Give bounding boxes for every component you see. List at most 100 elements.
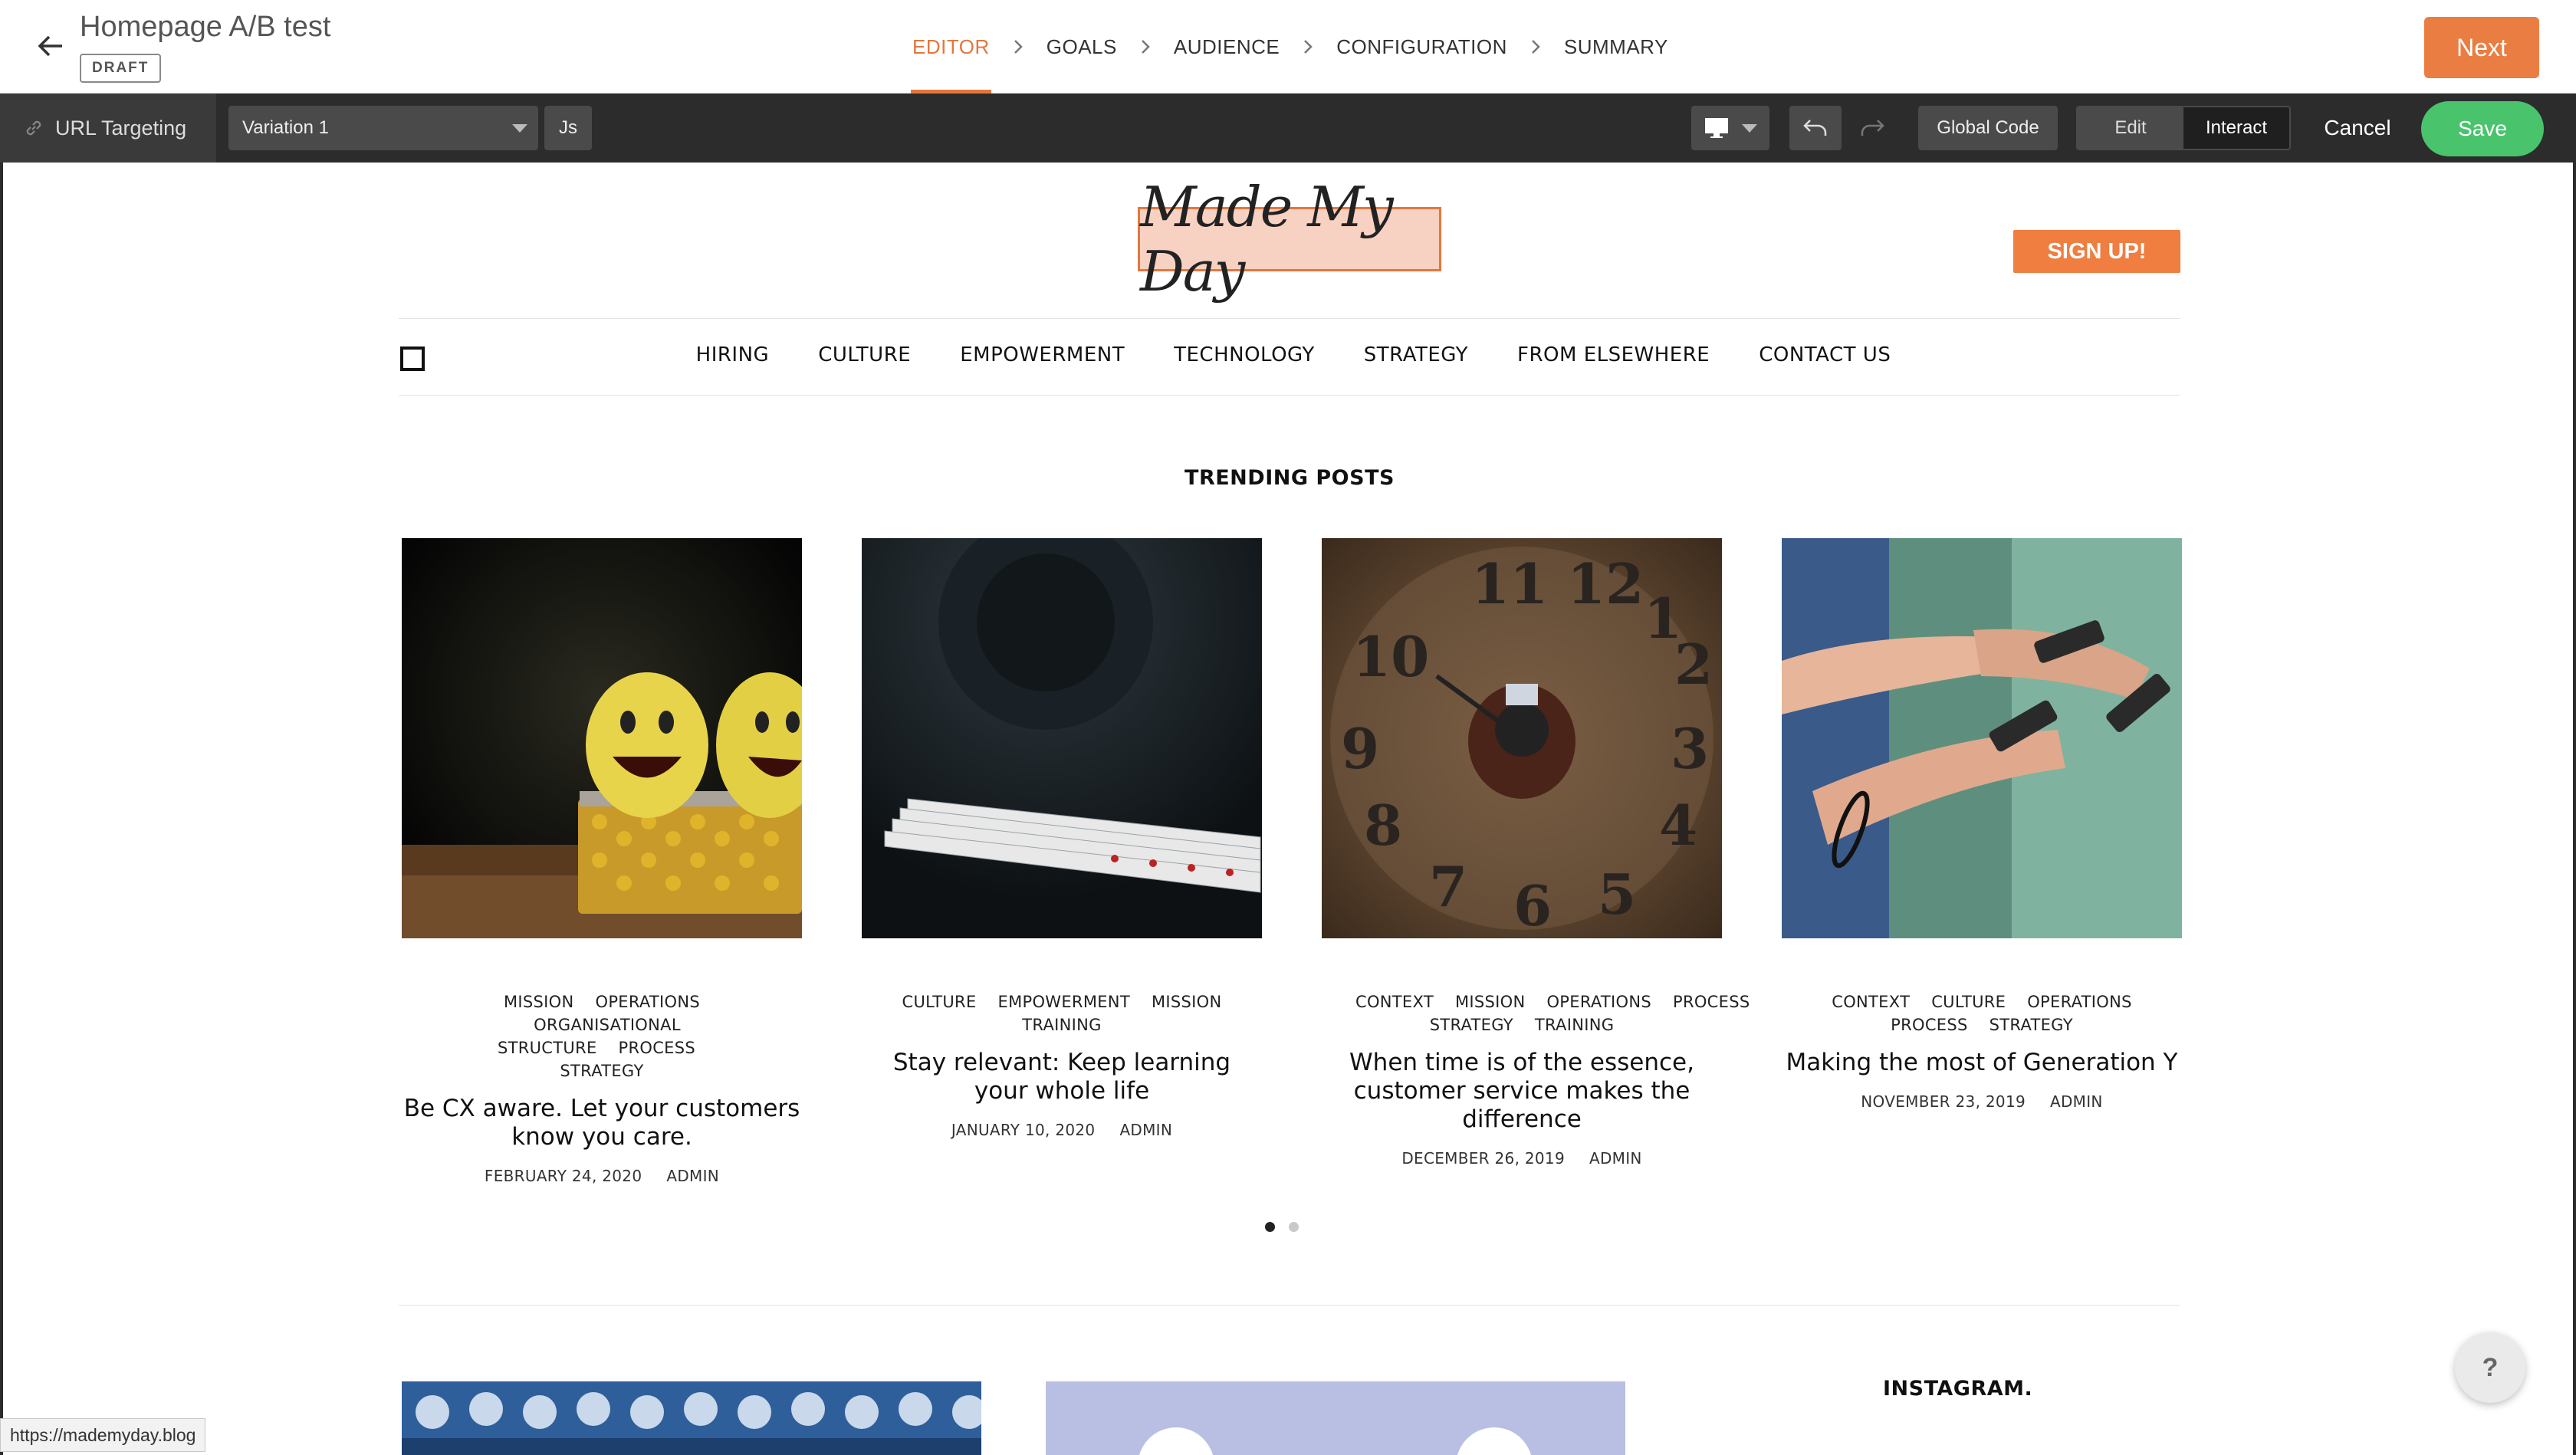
chevron-right-icon <box>1140 38 1151 55</box>
save-button[interactable]: Save <box>2421 101 2544 156</box>
tab-summary[interactable]: SUMMARY <box>1564 0 1668 94</box>
signup-button[interactable]: SIGN UP! <box>2013 230 2180 273</box>
post-date: JANUARY 10, 2020 <box>951 1121 1096 1139</box>
post-image-phones[interactable] <box>1782 538 2182 938</box>
post-author[interactable]: ADMIN <box>1119 1121 1172 1139</box>
post-title[interactable]: Making the most of Generation Y <box>1782 1049 2182 1077</box>
svg-text:11: 11 <box>1471 551 1548 616</box>
post-tags: CONTEXT MISSION OPERATIONS PROCESS STRATEGY… <box>1345 990 1750 1036</box>
post-image-smiley-faces[interactable] <box>402 538 802 938</box>
post-date: FEBRUARY 24, 2020 <box>484 1167 642 1185</box>
svg-text:9: 9 <box>1341 716 1379 781</box>
carousel-dot-active[interactable] <box>1265 1222 1275 1232</box>
post-title[interactable]: Be CX aware. Let your customers know you… <box>402 1095 802 1151</box>
tag-link[interactable]: STRATEGY <box>1430 1016 1513 1034</box>
tab-audience[interactable]: AUDIENCE <box>1174 0 1280 94</box>
editor-toolbar: URL Targeting Variation 1 Js Global Code… <box>0 94 2576 163</box>
back-button[interactable] <box>31 26 71 66</box>
divider <box>399 395 2180 396</box>
redo-button[interactable] <box>1846 106 1898 150</box>
nav-item-hiring[interactable]: HIRING <box>696 343 770 366</box>
nav-item-strategy[interactable]: STRATEGY <box>1364 343 1468 366</box>
interact-mode-button[interactable]: Interact <box>2183 107 2289 149</box>
status-badge: DRAFT <box>80 54 162 83</box>
post-card: CULTURE EMPOWERMENT MISSION TRAINING Stay … <box>862 538 1262 1139</box>
help-button[interactable]: ? <box>2455 1332 2525 1403</box>
tab-editor[interactable]: EDITOR <box>911 0 991 94</box>
tag-link[interactable]: CULTURE <box>1931 993 2006 1011</box>
tag-link[interactable]: MISSION <box>1152 993 1222 1011</box>
tag-link[interactable]: OPERATIONS <box>595 993 700 1011</box>
post-author[interactable]: ADMIN <box>2050 1092 2103 1111</box>
post-title[interactable]: When time is of the essence, customer se… <box>1322 1049 1722 1134</box>
tag-link[interactable]: TRAINING <box>1535 1016 1614 1034</box>
post-image-playing-cards[interactable] <box>862 538 1262 938</box>
site-logo[interactable]: Made My Day <box>1138 175 1441 304</box>
carousel-dot[interactable] <box>1289 1222 1299 1232</box>
post-author[interactable]: ADMIN <box>666 1167 719 1185</box>
tag-link[interactable]: PROCESS <box>1891 1016 1967 1034</box>
tag-link[interactable]: PROCESS <box>1673 993 1750 1011</box>
post-author[interactable]: ADMIN <box>1589 1149 1642 1168</box>
editor-canvas: Made My Day SIGN UP! HIRING CULTURE EMPO… <box>0 163 2576 1455</box>
top-header: Homepage A/B test DRAFT EDITOR GOALS AUD… <box>0 0 2576 94</box>
post-card: CONTEXT CULTURE OPERATIONS PROCESS STRATEGY… <box>1782 538 2182 1111</box>
nav-item-culture[interactable]: CULTURE <box>818 343 911 366</box>
post-image-illustration[interactable] <box>1046 1381 1625 1455</box>
variation-select[interactable]: Variation 1 <box>228 106 538 150</box>
variation-select-value: Variation 1 <box>242 117 329 138</box>
tag-link[interactable]: CONTEXT <box>1355 993 1434 1011</box>
post-title[interactable]: Stay relevant: Keep learning your whole … <box>862 1049 1262 1105</box>
post-card: MISSION OPERATIONS ORGANISATIONAL STRUCTU… <box>402 538 802 1185</box>
desktop-icon <box>1705 118 1728 138</box>
svg-text:2: 2 <box>1674 632 1713 697</box>
tag-link[interactable]: MISSION <box>1455 993 1526 1011</box>
divider <box>399 318 2180 319</box>
url-targeting-button[interactable]: URL Targeting <box>0 94 216 163</box>
tag-link[interactable]: TRAINING <box>1022 1016 1101 1034</box>
post-tags: CONTEXT CULTURE OPERATIONS PROCESS STRATEGY <box>1805 990 2159 1036</box>
tag-link[interactable]: CULTURE <box>902 993 977 1011</box>
svg-text:12: 12 <box>1567 551 1644 616</box>
nav-item-technology[interactable]: TECHNOLOGY <box>1174 343 1315 366</box>
post-card: 11 12 12 34 56 78 9 10 CONTEXT MISSION OPERA… <box>1322 538 1750 1168</box>
edit-mode-button[interactable]: Edit <box>2078 107 2183 149</box>
next-button[interactable]: Next <box>2424 17 2539 78</box>
chevron-right-icon <box>1303 38 1313 55</box>
tag-link[interactable]: OPERATIONS <box>1546 993 1651 1011</box>
post-meta: DECEMBER 26, 2019 ADMIN <box>1322 1149 1722 1168</box>
tag-link[interactable]: OPERATIONS <box>2027 993 2132 1011</box>
trending-posts-heading: TRENDING POSTS <box>1184 466 1395 490</box>
js-button[interactable]: Js <box>544 106 592 150</box>
svg-text:4: 4 <box>1659 793 1697 858</box>
tag-link[interactable]: PROCESS <box>619 1039 695 1057</box>
mode-toggle: Edit Interact <box>2076 106 2291 150</box>
nav-item-contact-us[interactable]: CONTACT US <box>1759 343 1891 366</box>
undo-button[interactable] <box>1789 106 1842 150</box>
tag-link[interactable]: CONTEXT <box>1832 993 1910 1011</box>
tag-link[interactable]: EMPOWERMENT <box>998 993 1130 1011</box>
caret-down-icon <box>1742 124 1757 133</box>
tag-link[interactable]: STRATEGY <box>1990 1016 2073 1034</box>
url-targeting-label: URL Targeting <box>55 116 187 140</box>
post-image-clock[interactable]: 11 12 12 34 56 78 9 10 <box>1322 538 1722 938</box>
cancel-button[interactable]: Cancel <box>2308 106 2407 150</box>
nav-item-empowerment[interactable]: EMPOWERMENT <box>960 343 1125 366</box>
global-code-button[interactable]: Global Code <box>1918 106 2058 150</box>
tab-configuration[interactable]: CONFIGURATION <box>1336 0 1507 94</box>
tag-link[interactable]: MISSION <box>504 993 574 1011</box>
chevron-right-icon <box>1530 38 1541 55</box>
caret-down-icon <box>512 124 527 133</box>
post-image-faces-banner[interactable] <box>402 1381 981 1455</box>
svg-text:7: 7 <box>1429 854 1467 919</box>
svg-text:8: 8 <box>1364 793 1402 858</box>
post-date: DECEMBER 26, 2019 <box>1401 1149 1565 1168</box>
instagram-heading: INSTAGRAM. <box>1883 1377 2033 1401</box>
device-select[interactable] <box>1691 106 1769 150</box>
status-bar-url: https://mademyday.blog <box>0 1418 206 1452</box>
link-icon <box>23 117 44 139</box>
tag-link[interactable]: STRATEGY <box>560 1062 643 1080</box>
chevron-right-icon <box>1013 38 1024 55</box>
tab-goals[interactable]: GOALS <box>1046 0 1117 94</box>
nav-item-from-elsewhere[interactable]: FROM ELSEWHERE <box>1517 343 1710 366</box>
